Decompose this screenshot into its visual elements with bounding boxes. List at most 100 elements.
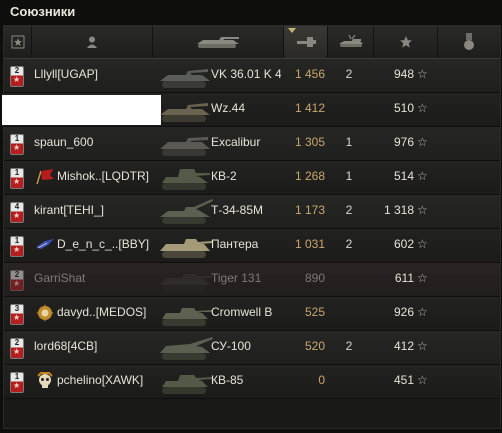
star-icon: ☆ [417,373,428,387]
tank-icon [160,137,210,156]
damage-value: 1 173 [294,203,325,217]
damage-icon [296,37,316,47]
panel-title: Союзники [10,4,76,19]
star-icon: ☆ [417,271,428,285]
tank-name: Cromwell B [211,305,273,319]
star-icon: ☆ [417,339,428,353]
frags-icon [338,34,363,47]
frags-value: 2 [345,203,353,217]
frags-value: 1 [345,135,353,149]
tank-name: КВ-85 [211,373,244,387]
allies-table: 2 Lllyll[UGAP] VK 36.01 K 4 1 456 2 948 … [2,25,501,429]
tank-icon [162,169,210,190]
platoon-badge: 1 [10,134,24,155]
table-row[interactable]: 1 Mishok..[LQDTR] КВ-2 1 268 1 514 ☆ [4,161,500,195]
tank-icon [162,308,212,326]
tank-name: КВ-2 [211,169,237,183]
tank-name: VK 36.01 K 4 [211,67,281,81]
star-icon: ☆ [417,101,428,115]
table-row[interactable]: 1 spaun_600 Excalibur 1 305 1 976 ☆ [4,127,500,161]
sort-arrow-icon [288,28,296,33]
star-icon: ☆ [417,135,428,149]
damage-value: 1 412 [294,101,325,115]
tank-icon [160,274,212,292]
medal-icon [464,33,474,50]
table-row[interactable]: 2 lord68[4CB] СУ-100 520 2 412 ☆ [4,331,500,365]
xp-value: 602 [393,237,414,251]
table-row[interactable]: Wz.44 1 412 510 ☆ [2,93,500,127]
frags-value: 1 [345,169,353,183]
xp-value: 451 [393,373,414,387]
platoon-badge: 4 [10,202,24,223]
xp-value: 611 [394,271,414,285]
table-row[interactable]: 2 Lllyll[UGAP] VK 36.01 K 4 1 456 2 948 … [4,59,500,93]
star-icon [399,36,412,48]
xp-value: 514 [393,169,414,183]
player-name: D_e_n_c_..[BBY] [57,237,150,251]
player-name: pchelino[XAWK] [57,373,144,387]
platoon-badge: 2 [10,66,24,87]
star-icon: ☆ [417,67,428,81]
tank-name: Wz.44 [211,101,246,115]
star-icon: ☆ [417,305,428,319]
table-row[interactable]: 3 davyd..[MEDOS] Cromwell B 525 926 ☆ [4,297,500,331]
damage-value: 1 031 [294,237,325,251]
platoon-badge: 2 [10,270,24,291]
wings-icon [36,239,54,249]
platoon-badge: 1 [10,168,24,189]
star-icon: ☆ [417,237,428,251]
player-name: spaun_600 [34,135,94,149]
damage-value: 1 305 [294,135,325,149]
damage-value: 520 [304,339,325,353]
tank-icon [160,103,210,122]
table-row[interactable]: 1 D_e_n_c_..[BBY] Пантера 1 031 2 602 ☆ [4,229,500,263]
tank-icon [160,69,210,88]
platoon-badge: 3 [10,304,24,325]
frags-value: 2 [345,237,353,251]
frags-value: 2 [345,339,353,353]
player-name: kirant[TEHI_] [34,203,105,217]
tank-icon [160,239,212,258]
tank-icon [160,337,213,360]
tank-name: Т-34-85М [211,203,264,217]
player-name: GarriShat [34,271,86,285]
platoon-badge: 2 [10,338,24,359]
tank-name: Tiger 131 [211,271,262,285]
table-header [4,26,500,59]
platoon-badge: 1 [10,372,24,393]
flag-icon [36,169,54,185]
tank-icon [197,37,239,48]
column-vehicle[interactable] [153,26,284,58]
frags-value: 2 [345,67,353,81]
damage-value: 890 [304,271,325,285]
column-platoon[interactable] [4,26,32,58]
tank-name: Excalibur [211,135,261,149]
damage-value: 525 [304,305,325,319]
player-name: davyd..[MEDOS] [57,305,147,319]
column-experience[interactable] [374,26,438,58]
tank-name: Пантера [211,237,259,251]
emblem-icon [36,304,54,322]
column-achievements[interactable] [438,26,500,58]
xp-value: 412 [393,339,414,353]
tank-icon [162,375,212,394]
star-icon [11,35,24,49]
player-name: Mishok..[LQDTR] [57,169,150,183]
column-frags[interactable] [328,26,374,58]
table-row[interactable]: 2 GarriShat Tiger 131 890 611 ☆ [4,263,500,297]
damage-value: 0 [318,373,325,387]
table-row[interactable]: 1 pchelino[XAWK] КВ-85 0 451 ☆ [4,365,500,399]
star-icon: ☆ [417,169,428,183]
player-name: lord68[4CB] [34,339,98,353]
column-player[interactable] [32,26,153,58]
player-name: Lllyll[UGAP] [34,67,99,81]
xp-value: 1 318 [383,203,414,217]
redacted-player [2,95,161,125]
tank-name: СУ-100 [211,339,251,353]
tank-icon [160,199,213,224]
xp-value: 510 [393,101,414,115]
xp-value: 926 [393,305,414,319]
skull-icon [37,372,53,388]
table-row[interactable]: 4 kirant[TEHI_] Т-34-85М 1 173 2 1 318 ☆ [4,195,500,229]
column-damage[interactable] [284,26,328,58]
